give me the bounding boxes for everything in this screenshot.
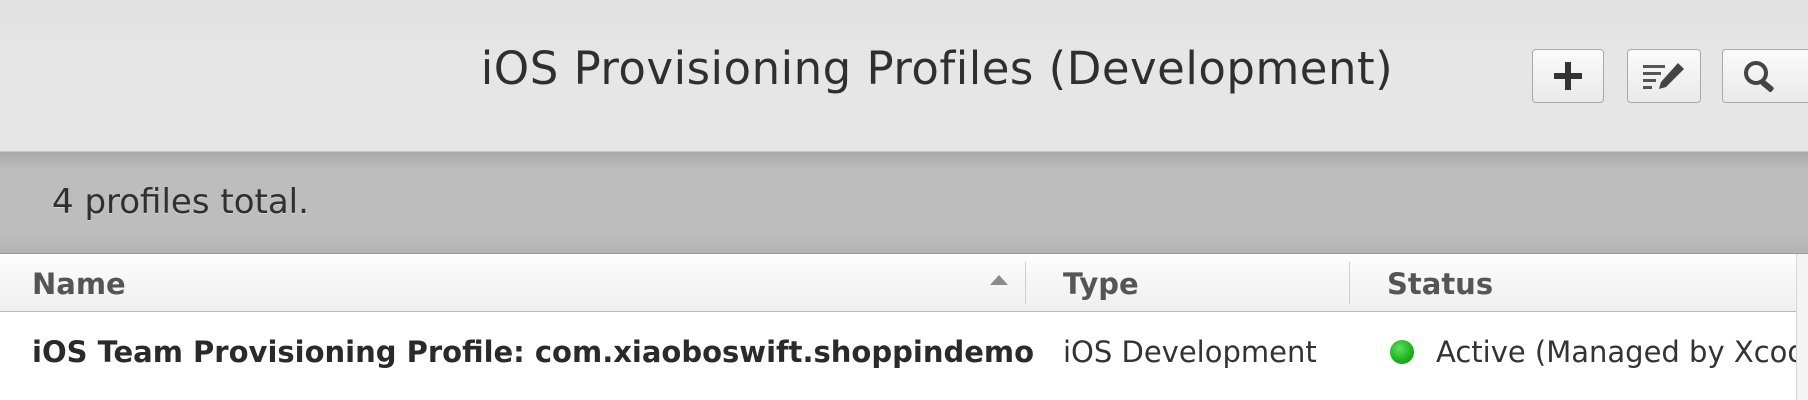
column-header-status[interactable]: Status — [1387, 254, 1493, 311]
column-divider[interactable] — [1025, 262, 1026, 304]
table-row[interactable]: iOS Team Provisioning Profile: com.xiaob… — [0, 312, 1796, 400]
column-header-type[interactable]: Type — [1063, 254, 1139, 311]
edit-button[interactable] — [1627, 49, 1701, 103]
summary-bar: 4 profiles total. — [0, 152, 1808, 254]
page-header: iOS Provisioning Profiles (Development) — [0, 0, 1808, 152]
scrollbar[interactable] — [1796, 254, 1808, 400]
table-header: Name Type Status — [0, 254, 1796, 312]
add-button[interactable] — [1532, 49, 1604, 103]
sort-ascending-icon — [990, 275, 1008, 285]
profile-status-cell: Active (Managed by Xcod — [1436, 335, 1796, 369]
profiles-window: iOS Provisioning Profiles (Development) — [0, 0, 1808, 400]
search-button[interactable] — [1722, 49, 1808, 103]
profiles-count: 4 profiles total. — [52, 182, 309, 222]
plus-icon — [1554, 62, 1582, 90]
profile-type-cell: iOS Development — [1063, 335, 1317, 369]
status-active-icon — [1390, 340, 1414, 364]
column-header-name[interactable]: Name — [32, 254, 126, 311]
search-icon — [1744, 61, 1774, 92]
edit-list-icon — [1643, 63, 1684, 89]
profile-name-cell: iOS Team Provisioning Profile: com.xiaob… — [32, 335, 1035, 369]
column-divider[interactable] — [1349, 262, 1350, 304]
